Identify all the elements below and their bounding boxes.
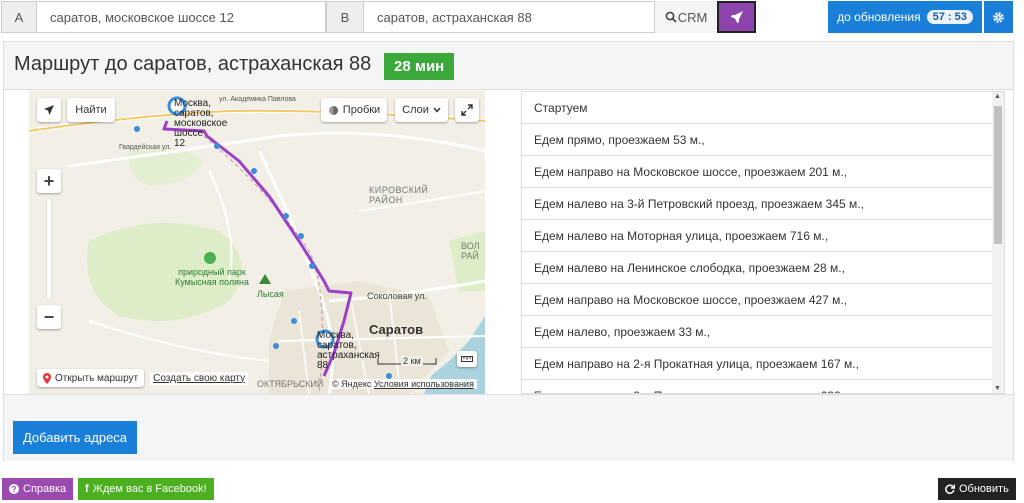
direction-step[interactable]: Едем налево на 3-й Петровский проезд, пр…: [522, 188, 1004, 220]
route-title: Маршрут до саратов, астраханская 88: [14, 53, 372, 75]
facebook-icon: f: [85, 483, 89, 495]
refresh-icon: [945, 484, 955, 494]
start-marker-label: Москва, саратов, московское шоссе 12: [174, 98, 228, 149]
district-kirov-label: КИРОВСКИЙ РАЙОН: [369, 185, 429, 205]
question-icon: ?: [9, 484, 19, 494]
scale-label: 2 км: [401, 356, 423, 366]
direction-step[interactable]: Едем налево на Ленинское слободка, проез…: [522, 252, 1004, 284]
ruler-button[interactable]: [457, 351, 477, 367]
district-vol-label: ВОЛ РАЙ: [461, 241, 480, 261]
svg-text:?: ?: [12, 485, 17, 494]
zoom-control: + −: [37, 169, 61, 329]
direction-step[interactable]: Едем направо на Московское шоссе, проезж…: [522, 284, 1004, 316]
create-map-link[interactable]: Создать свою карту: [150, 371, 249, 385]
address-b-addon: B: [326, 1, 364, 33]
open-route-button[interactable]: Открыть маршрут: [37, 369, 145, 387]
direction-step[interactable]: Едем направо на 2-я Прокатная улица, про…: [522, 348, 1004, 380]
road: [88, 320, 270, 362]
lysaya-label: Лысая: [257, 289, 284, 299]
crm-label: CRM: [677, 9, 708, 25]
directions-scrollbar[interactable]: ▲ ▼: [992, 92, 1004, 393]
street-akademika-label: ул. Академика Павлова: [219, 96, 296, 103]
route-panel-footer: Добавить адреса: [4, 394, 1013, 461]
layers-button[interactable]: Слои: [395, 98, 448, 122]
address-b-input[interactable]: саратов, астраханская 88: [364, 1, 655, 33]
zoom-slider-track[interactable]: [47, 199, 51, 299]
direction-step[interactable]: Едем прямо, проезжаем 53 м.,: [522, 124, 1004, 156]
add-addresses-button[interactable]: Добавить адреса: [13, 421, 137, 454]
update-timer-button[interactable]: до обновления 57 : 53: [828, 1, 982, 33]
map-pin-icon: [43, 372, 51, 384]
facebook-label: Ждем вас в Facebook!: [92, 483, 207, 495]
end-marker-label: Москва, саратов, астраханская 88: [317, 330, 380, 371]
district-oktyabr-label: ОКТЯБРЬСКИЙ: [257, 379, 324, 389]
scroll-thumb[interactable]: [994, 106, 1002, 244]
copyright-text: © Яндекс: [332, 379, 372, 389]
address-a-input[interactable]: саратов, московское шоссе 12: [37, 1, 326, 33]
open-route-label: Открыть маршрут: [55, 372, 139, 384]
help-label: Справка: [23, 483, 67, 495]
refresh-button[interactable]: Обновить: [938, 478, 1016, 500]
map-find-button[interactable]: Найти: [67, 98, 115, 122]
direction-step[interactable]: Едем налево на Моторная улица, проезжаем…: [522, 220, 1004, 252]
chevron-down-icon: [433, 107, 441, 113]
address-a-addon: A: [1, 1, 37, 33]
zoom-out-button[interactable]: −: [37, 305, 61, 329]
settings-button[interactable]: [984, 1, 1013, 33]
direction-step[interactable]: Стартуем: [522, 92, 1004, 124]
route-panel-header: Маршрут до саратов, астраханская 88 28 м…: [4, 42, 1013, 90]
search-icon: [665, 11, 677, 23]
update-label: до обновления: [837, 10, 921, 24]
scroll-down-icon[interactable]: ▼: [994, 385, 1001, 392]
route-panel: Маршрут до саратов, астраханская 88 28 м…: [3, 41, 1014, 461]
direction-step[interactable]: Едем налево, проезжаем 33 м.,: [522, 316, 1004, 348]
directions-list[interactable]: Стартуем Едем прямо, проезжаем 53 м., Едем…: [521, 91, 1005, 394]
expand-icon: [461, 104, 473, 116]
scroll-up-icon[interactable]: ▲: [994, 93, 1001, 100]
direction-step[interactable]: Едем направо на 2-я Прокатная улица, про…: [522, 380, 1004, 394]
street-gvardeyskaya-label: Гвардейская ул.: [119, 144, 172, 151]
help-button[interactable]: ? Справка: [2, 478, 74, 500]
layers-label: Слои: [402, 104, 429, 116]
direction-step[interactable]: Едем направо на Московское шоссе, проезж…: [522, 156, 1004, 188]
ruler-icon: [461, 356, 473, 362]
park-icon: [204, 252, 216, 264]
route-duration-badge: 28 мин: [384, 53, 455, 80]
map-canvas: [29, 96, 485, 394]
rocket-icon: [730, 11, 743, 23]
zoom-in-button[interactable]: +: [37, 169, 61, 193]
map-scale: 2 км: [377, 356, 437, 366]
facebook-button[interactable]: f Ждем вас в Facebook!: [78, 478, 214, 500]
hill-icon: [259, 274, 271, 284]
refresh-label: Обновить: [959, 483, 1009, 495]
street-sokolovaya-label: Соколовая ул.: [367, 291, 427, 301]
location-arrow-icon: [44, 105, 54, 115]
launch-button[interactable]: [717, 1, 756, 33]
geolocate-button[interactable]: [37, 98, 61, 122]
gear-icon: [993, 11, 1004, 23]
update-timer-badge: 57 : 53: [926, 10, 973, 24]
terms-link[interactable]: Условия использования: [374, 379, 474, 389]
traffic-icon: [328, 105, 338, 115]
park-label: природный парк Кумысная поляна: [175, 267, 249, 287]
traffic-button[interactable]: Пробки: [321, 98, 387, 122]
directions-items: Стартуем Едем прямо, проезжаем 53 м., Едем…: [522, 92, 1004, 394]
route-map[interactable]: Найти Пробки Слои + − Москва, саратов, м…: [29, 91, 485, 394]
city-label: Саратов: [369, 322, 424, 337]
top-bar: A саратов, московское шоссе 12 B саратов…: [0, 0, 1024, 34]
fullscreen-button[interactable]: [455, 98, 479, 122]
map-copyright: © Яндекс Условия использования: [329, 379, 477, 389]
crm-search-button[interactable]: CRM: [655, 1, 717, 33]
traffic-label: Пробки: [342, 104, 381, 116]
map-footer: Открыть маршрут Создать свою карту: [37, 369, 249, 387]
